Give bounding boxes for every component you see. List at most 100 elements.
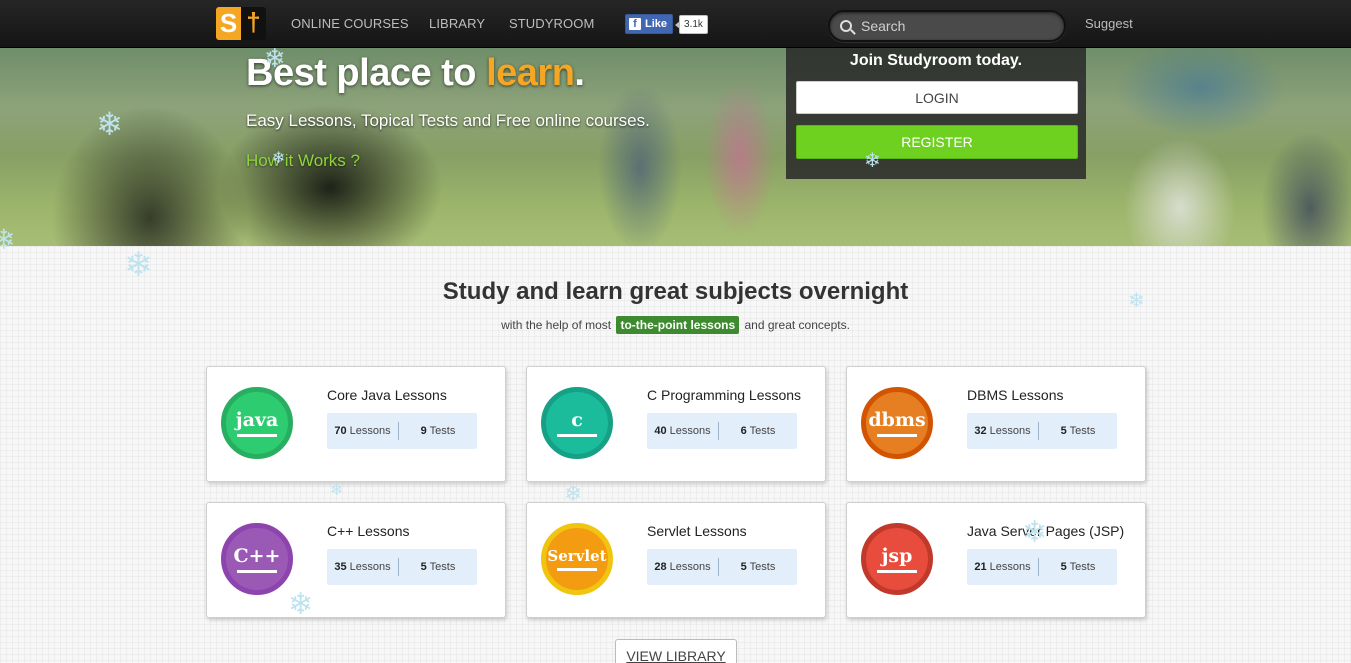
test-count[interactable]: 6 Tests (719, 425, 797, 437)
nav-library[interactable]: LIBRARY (429, 16, 485, 31)
course-stats: 35 Lessons 5 Tests (327, 549, 477, 585)
lesson-count[interactable]: 32 Lessons (967, 422, 1039, 440)
course-card[interactable]: cC Programming Lessons 40 Lessons 6 Tests (526, 366, 826, 482)
test-count[interactable]: 5 Tests (1039, 425, 1117, 437)
facebook-like-count: 3.1k (675, 14, 708, 34)
search-icon (840, 20, 852, 32)
search-box (828, 10, 1066, 42)
hero-subtitle: Easy Lessons, Topical Tests and Free onl… (246, 111, 650, 130)
hero-title-suffix: . (574, 52, 585, 94)
course-title[interactable]: Servlet Lessons (647, 523, 747, 539)
course-stats: 32 Lessons 5 Tests (967, 413, 1117, 449)
logo-letter-t: † (241, 7, 266, 40)
site-logo[interactable]: S † (216, 7, 266, 40)
course-badge-icon: jsp (861, 523, 933, 595)
course-badge-label: c (571, 409, 583, 431)
lesson-count[interactable]: 40 Lessons (647, 422, 719, 440)
section-sub-tag: to-the-point lessons (616, 316, 740, 334)
course-card[interactable]: java Core Java Lessons 70 Lessons 9 Tests (206, 366, 506, 482)
course-badge-icon: dbms (861, 387, 933, 459)
top-navbar: S † ONLINE COURSES LIBRARY STUDYROOM f L… (0, 0, 1351, 48)
lesson-count-label: Lessons (989, 561, 1031, 573)
test-count-label: Tests (1069, 425, 1096, 437)
course-title[interactable]: C Programming Lessons (647, 387, 801, 403)
course-title[interactable]: DBMS Lessons (967, 387, 1063, 403)
login-button[interactable]: LOGIN (796, 81, 1078, 114)
join-title: Join Studyroom today. (849, 52, 1023, 69)
hero-title: Best place to learn. (246, 52, 585, 95)
lesson-count[interactable]: 70 Lessons (327, 422, 399, 440)
test-count-value: 5 (740, 561, 747, 573)
facebook-like-widget: f Like 3.1k (625, 14, 708, 34)
hero-banner: Best place to learn. Easy Lessons, Topic… (0, 48, 1351, 246)
lesson-count-value: 21 (974, 561, 987, 573)
lesson-count-value: 32 (974, 425, 987, 437)
test-count-value: 5 (420, 561, 427, 573)
course-card[interactable]: Servlet Servlet Lessons 28 Lessons 5 Tests (526, 502, 826, 618)
lesson-count-label: Lessons (669, 425, 711, 437)
course-title[interactable]: C++ Lessons (327, 523, 410, 539)
facebook-like-button[interactable]: f Like (625, 14, 674, 34)
lesson-count-label: Lessons (669, 561, 711, 573)
course-badge-label: java (235, 409, 279, 431)
test-count-value: 9 (420, 425, 427, 437)
lesson-count-label: Lessons (989, 425, 1031, 437)
course-badge-icon: java (221, 387, 293, 459)
test-count-label: Tests (749, 561, 776, 573)
lesson-count-label: Lessons (349, 561, 391, 573)
facebook-icon: f (629, 18, 641, 30)
course-badge-icon: Servlet (541, 523, 613, 595)
snowflake-icon: ❄ (330, 480, 344, 499)
test-count-label: Tests (429, 425, 456, 437)
course-stats: 21 Lessons 5 Tests (967, 549, 1117, 585)
course-card[interactable]: C++ C++ Lessons 35 Lessons 5 Tests (206, 502, 506, 618)
lesson-count-value: 70 (334, 425, 347, 437)
lesson-count[interactable]: 28 Lessons (647, 558, 719, 576)
course-title[interactable]: Core Java Lessons (327, 387, 447, 403)
section-sub-before: with the help of most (501, 318, 612, 332)
section-subtitle: with the help of most to-the-point lesso… (0, 316, 1351, 334)
register-button[interactable]: REGISTER (796, 125, 1078, 159)
course-stats: 70 Lessons 9 Tests (327, 413, 477, 449)
lesson-count[interactable]: 21 Lessons (967, 558, 1039, 576)
course-badge-underline (877, 434, 917, 437)
course-badge-underline (237, 570, 277, 573)
how-it-works-link[interactable]: How it Works ? (246, 151, 360, 171)
course-badge-label: C++ (233, 545, 281, 567)
course-title[interactable]: Java Server Pages (JSP) (967, 523, 1124, 539)
lesson-count-value: 28 (654, 561, 667, 573)
course-badge-label: Servlet (547, 547, 607, 565)
course-stats: 40 Lessons 6 Tests (647, 413, 797, 449)
course-badge-label: jsp (881, 545, 913, 567)
nav-studyroom[interactable]: STUDYROOM (509, 16, 594, 31)
test-count[interactable]: 5 Tests (399, 561, 477, 573)
suggest-link[interactable]: Suggest (1085, 16, 1133, 31)
test-count-value: 5 (1060, 425, 1067, 437)
course-badge-underline (557, 568, 597, 571)
test-count-value: 6 (740, 425, 747, 437)
lesson-count-value: 35 (334, 561, 347, 573)
section-sub-after: and great concepts. (744, 318, 850, 332)
course-card[interactable]: dbms DBMS Lessons 32 Lessons 5 Tests (846, 366, 1146, 482)
course-card[interactable]: jsp Java Server Pages (JSP) 21 Lessons 5 Te… (846, 502, 1146, 618)
course-badge-label: dbms (868, 409, 926, 431)
lesson-count-label: Lessons (349, 425, 391, 437)
test-count-label: Tests (1069, 561, 1096, 573)
lesson-count[interactable]: 35 Lessons (327, 558, 399, 576)
view-library-button[interactable]: VIEW LIBRARY (615, 639, 737, 663)
hero-title-highlight: learn (486, 52, 575, 94)
section-title: Study and learn great subjects overnight (442, 278, 909, 305)
course-badge-icon: C++ (221, 523, 293, 595)
course-stats: 28 Lessons 5 Tests (647, 549, 797, 585)
lesson-count-value: 40 (654, 425, 667, 437)
nav-online-courses[interactable]: ONLINE COURSES (291, 16, 409, 31)
course-badge-underline (557, 434, 597, 437)
course-badge-underline (237, 434, 277, 437)
join-panel: Join Studyroom today. LOGIN REGISTER (786, 48, 1086, 179)
test-count[interactable]: 5 Tests (719, 561, 797, 573)
search-input[interactable] (861, 18, 1051, 34)
test-count-label: Tests (749, 425, 776, 437)
test-count[interactable]: 5 Tests (1039, 561, 1117, 573)
logo-letter-s: S (216, 7, 241, 40)
test-count[interactable]: 9 Tests (399, 425, 477, 437)
